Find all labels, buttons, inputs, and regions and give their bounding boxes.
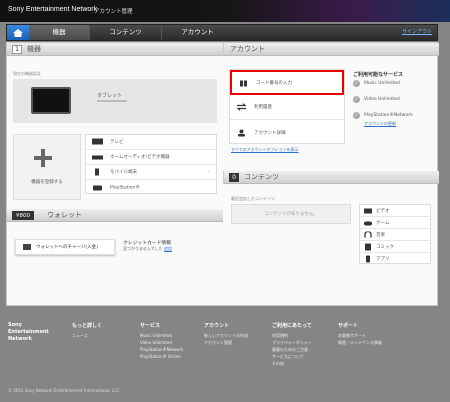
tab-devices[interactable]: 機器 xyxy=(29,25,89,40)
tablet-detail xyxy=(97,100,127,102)
page-title: アカウント管理 xyxy=(94,9,133,15)
footer-link[interactable]: Video Unlimited xyxy=(140,339,183,346)
main-nav: 機器 コンテンツ アカウント サインアウト xyxy=(6,24,438,41)
footer-link[interactable]: プライバシーポリシー xyxy=(272,339,312,346)
check-icon: ✓ xyxy=(353,96,360,103)
footer-link[interactable]: Music Unlimited xyxy=(140,332,183,339)
app-icon xyxy=(366,255,370,263)
recent-content-area: コンテンツがありません。 xyxy=(231,204,351,224)
footer-link[interactable]: 障害・メンテナンス情報 xyxy=(338,339,382,346)
device-type-list: テレビ ホームオーディオ/ビデオ機器 モバイル端末 › PlayStation® xyxy=(85,134,217,194)
tv-icon xyxy=(92,138,103,145)
content-type-list: ビデオ ゲーム 音楽 コミック アプリ xyxy=(359,204,431,264)
enter-code-item[interactable]: コード番号の入力 xyxy=(230,70,344,95)
main-panel: 1 機器 現在の機器認証 タブレット 機器を登録する テレビ ホームオーディオ/… xyxy=(6,42,439,306)
wallet-charge-button[interactable]: ウォレットへのチャージ(入金) xyxy=(15,239,115,255)
tablet-icon xyxy=(31,87,71,114)
footer-link[interactable]: その他 xyxy=(272,360,312,367)
footer-link[interactable]: PlayStation® Online xyxy=(140,353,183,360)
content-type-music[interactable]: 音楽 xyxy=(360,229,430,241)
devices-header: 1 機器 xyxy=(7,43,223,56)
content-header: 0 コンテンツ xyxy=(223,171,439,184)
signout-link[interactable]: サインアウト xyxy=(402,25,432,40)
transfer-icon xyxy=(236,103,247,111)
footer-link[interactable]: ニュース xyxy=(72,332,102,339)
user-icon xyxy=(238,129,245,136)
footer: Sony Entertainment Network もっと詳しく ニュース サ… xyxy=(0,306,450,402)
book-icon xyxy=(365,243,371,250)
footer-col-support: サポート お客様サポート 障害・メンテナンス情報 xyxy=(338,323,382,346)
tab-content[interactable]: コンテンツ xyxy=(89,25,161,40)
card-add-link[interactable]: 追加 xyxy=(164,246,172,251)
gift-icon xyxy=(240,80,247,86)
footer-link[interactable]: PlayStation®Network xyxy=(140,346,183,353)
wallet-icon xyxy=(23,244,31,250)
footer-col-account: アカウント 新しいアカウントの作成 アカウント管理 xyxy=(204,323,248,346)
content-title: コンテンツ xyxy=(244,173,279,181)
chevron-right-icon: › xyxy=(208,169,210,175)
wallet-amount: ¥800 xyxy=(12,211,34,220)
video-icon xyxy=(364,208,372,213)
card-info-text: 見つかりませんでした 追加 xyxy=(123,246,172,251)
registered-device[interactable]: タブレット xyxy=(13,79,217,123)
mobile-icon xyxy=(95,168,99,176)
card-info-title: クレジットカード情報 xyxy=(123,241,171,246)
content-type-game[interactable]: ゲーム xyxy=(360,217,430,229)
footer-link[interactable]: サービスについて xyxy=(272,353,312,360)
footer-link[interactable]: 利用規約 xyxy=(272,332,312,339)
footer-brand: Sony Entertainment Network xyxy=(8,322,49,342)
account-header: アカウント xyxy=(223,43,439,56)
device-type-av[interactable]: ホームオーディオ/ビデオ機器 xyxy=(86,150,216,165)
wallet-header: ¥800 ウォレット xyxy=(7,209,223,222)
top-bar: Sony Entertainment Network アカウント管理 xyxy=(0,0,450,22)
add-device-button[interactable]: 機器を登録する xyxy=(13,134,81,200)
footer-col-usage: ご利用にあたって 利用規約 プライバシーポリシー 健康のためのご注意 サービスに… xyxy=(272,323,312,367)
tablet-label: タブレット xyxy=(97,93,123,99)
footer-link[interactable]: 新しいアカウントの作成 xyxy=(204,332,248,339)
service-video: Video Unlimited xyxy=(364,97,400,102)
account-title: アカウント xyxy=(230,45,265,53)
devices-title: 機器 xyxy=(27,45,41,53)
services-title: ご利用可能なサービス xyxy=(353,72,404,78)
wallet-title: ウォレット xyxy=(47,211,82,219)
copyright: © 2012 Sony Network Entertainment Intern… xyxy=(8,388,120,393)
footer-link[interactable]: 健康のためのご注意 xyxy=(272,346,312,353)
account-details-item[interactable]: アカウント詳細 xyxy=(230,120,344,145)
device-type-tv[interactable]: テレビ xyxy=(86,135,216,150)
device-type-mobile[interactable]: モバイル端末 › xyxy=(86,165,216,180)
playstation-icon xyxy=(93,185,102,190)
service-music: Music Unlimited xyxy=(364,81,400,86)
brand-logo[interactable]: Sony Entertainment Network xyxy=(8,6,97,13)
registered-label: 現在の機器認証 xyxy=(13,71,41,76)
add-device-label: 機器を登録する xyxy=(31,180,63,185)
tab-account[interactable]: アカウント xyxy=(161,25,233,40)
home-icon xyxy=(13,29,23,37)
home-tab[interactable] xyxy=(7,25,29,40)
content-count: 0 xyxy=(229,173,239,182)
device-type-playstation[interactable]: PlayStation® xyxy=(86,180,216,195)
check-icon: ✓ xyxy=(353,112,360,119)
content-type-video[interactable]: ビデオ xyxy=(360,205,430,217)
empty-content-message: コンテンツがありません。 xyxy=(264,212,318,217)
footer-col-more: もっと詳しく ニュース xyxy=(72,323,103,339)
headphones-icon xyxy=(364,231,372,237)
usage-history-item[interactable]: 利用履歴 xyxy=(230,95,344,120)
recent-content-label: 最近追加したコンテンツ xyxy=(231,196,275,201)
footer-link[interactable]: アカウント管理 xyxy=(204,339,248,346)
all-account-options-link[interactable]: すべてのアカウントオプションを表示 xyxy=(231,147,299,153)
content-type-comic[interactable]: コミック xyxy=(360,241,430,253)
footer-col-services: サービス Music Unlimited Video Unlimited Pla… xyxy=(140,323,184,360)
av-icon xyxy=(92,155,103,160)
content-type-app[interactable]: アプリ xyxy=(360,253,430,265)
footer-link[interactable]: お客様サポート xyxy=(338,332,382,339)
service-psn: PlayStation®Network xyxy=(364,113,413,118)
account-menu: コード番号の入力 利用履歴 アカウント詳細 xyxy=(229,69,345,144)
gamepad-icon xyxy=(364,221,372,225)
account-update-link[interactable]: アカウントの更新 xyxy=(364,121,396,127)
check-icon: ✓ xyxy=(353,80,360,87)
devices-count: 1 xyxy=(12,45,22,54)
